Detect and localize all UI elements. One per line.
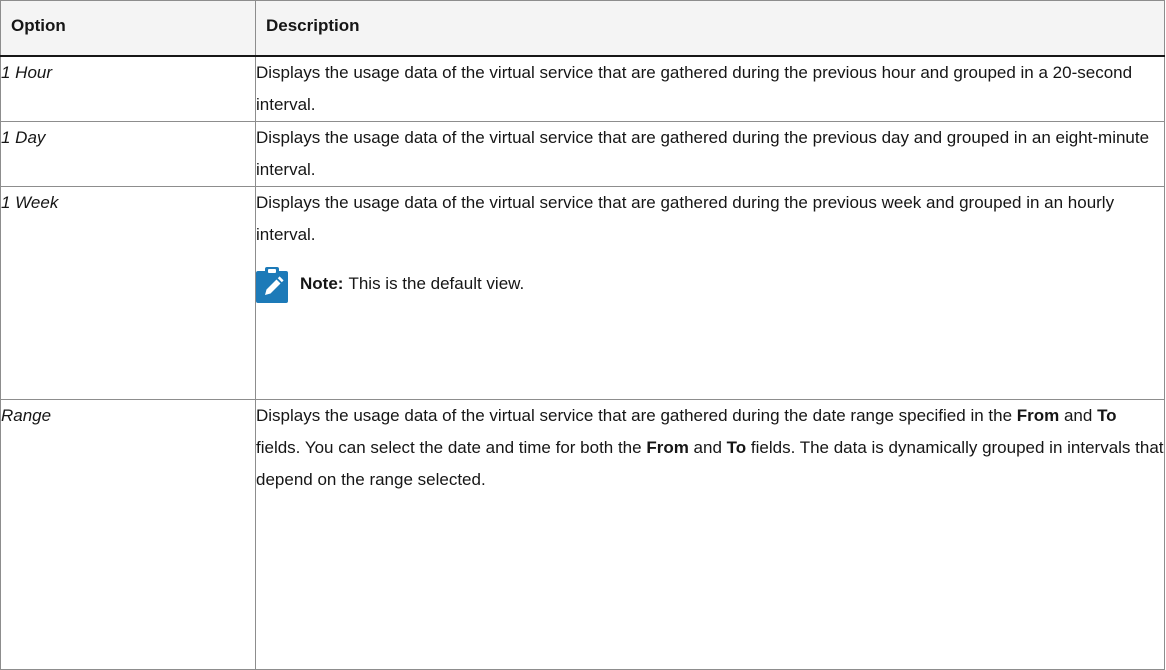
description-text: and xyxy=(688,437,727,457)
field-name-to: To xyxy=(726,437,747,457)
description-cell: Displays the usage data of the virtual s… xyxy=(255,398,1165,670)
field-name-from: From xyxy=(1016,405,1060,425)
description-text: Displays the usage data of the virtual s… xyxy=(256,405,1017,425)
option-cell: 1 Hour xyxy=(0,55,256,122)
table-row: 1 Hour Displays the usage data of the vi… xyxy=(0,55,1165,122)
option-cell: Range xyxy=(0,398,256,670)
description-text: Displays the usage data of the virtual s… xyxy=(256,192,1115,244)
description-text: and xyxy=(1059,405,1098,425)
option-cell: 1 Day xyxy=(0,120,256,187)
header-description: Description xyxy=(255,0,1165,57)
description-cell: Displays the usage data of the virtual s… xyxy=(255,120,1165,187)
table-row: 1 Day Displays the usage data of the vir… xyxy=(0,120,1165,187)
table-header-row: Option Description xyxy=(0,0,1165,57)
field-name-from: From xyxy=(646,437,689,457)
header-option: Option xyxy=(0,0,256,57)
note-callout: Note: This is the default view. xyxy=(256,265,1164,303)
options-table: Option Description 1 Hour Displays the u… xyxy=(0,0,1165,670)
field-name-to: To xyxy=(1097,405,1117,425)
option-cell: 1 Week xyxy=(0,185,256,400)
note-label: Note: xyxy=(300,273,344,293)
description-cell: Displays the usage data of the virtual s… xyxy=(255,55,1165,122)
note-text: This is the default view. xyxy=(348,273,525,293)
description-cell: Displays the usage data of the virtual s… xyxy=(255,185,1165,400)
table-row: 1 Week Displays the usage data of the vi… xyxy=(0,185,1165,400)
note-pencil-icon xyxy=(256,265,288,303)
description-text: fields. You can select the date and time… xyxy=(256,437,647,457)
table-row: Range Displays the usage data of the vir… xyxy=(0,398,1165,670)
